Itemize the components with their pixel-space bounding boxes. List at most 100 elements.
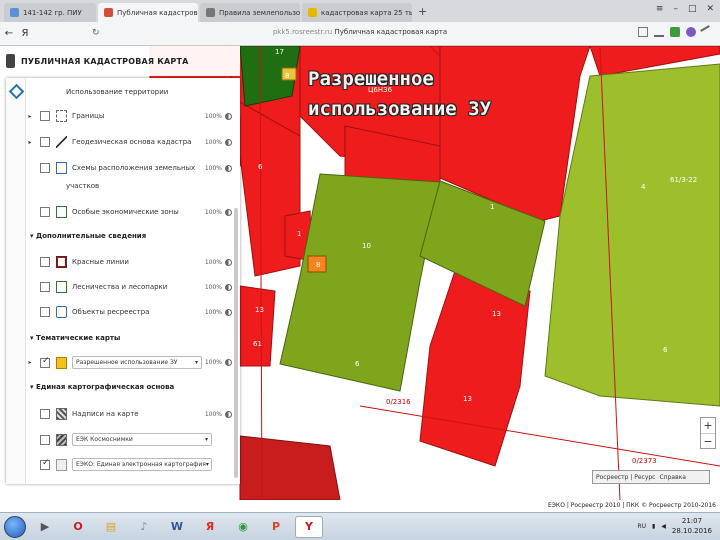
section-header[interactable]: ▾ Единая картографическая основа xyxy=(30,383,174,391)
select-value: Разрешенное использование ЗУ xyxy=(76,359,178,366)
taskbar-app-opera[interactable]: O xyxy=(64,516,92,538)
clock[interactable]: 21:07 28.10.2016 xyxy=(672,516,712,536)
layer-row[interactable]: ЕЭКО: Единая электронная картография ▾ xyxy=(26,458,232,471)
taskbar-app-audio[interactable]: ♪ xyxy=(130,516,158,538)
map-label: 6 xyxy=(355,360,360,368)
extension-icon[interactable] xyxy=(686,27,696,37)
taskbar-app-yandex[interactable]: Я xyxy=(196,516,224,538)
section-header[interactable]: ▾ Дополнительные сведения xyxy=(30,232,146,240)
expand-icon[interactable]: ▸ xyxy=(26,113,34,120)
opacity-knob[interactable] xyxy=(225,283,232,291)
opacity-value: 100% xyxy=(204,410,222,418)
opacity-knob[interactable] xyxy=(225,138,232,146)
layer-checkbox[interactable] xyxy=(40,111,50,121)
basemap-select[interactable]: ЕЭКО: Единая электронная картография ▾ xyxy=(72,458,212,471)
layer-checkbox[interactable] xyxy=(40,163,50,173)
new-tab-button[interactable]: + xyxy=(418,5,427,18)
expand-icon[interactable]: ▸ xyxy=(26,139,34,146)
layers-icon[interactable] xyxy=(8,83,25,100)
layer-checkbox[interactable] xyxy=(40,282,50,292)
layer-checkbox[interactable] xyxy=(40,307,50,317)
chevron-down-icon: ▾ xyxy=(194,359,198,366)
window-controls: ≡ – □ ✕ xyxy=(656,4,714,14)
layer-row[interactable]: Объекты ресреестра 100% xyxy=(26,306,232,318)
layer-label: Объекты ресреестра xyxy=(72,308,150,316)
tab-4[interactable]: кадастровая карта 25 тыс xyxy=(302,3,412,22)
taskbar-app-powerpoint[interactable]: P xyxy=(262,516,290,538)
chevron-down-icon: ▾ xyxy=(204,436,208,443)
layer-row[interactable]: Схемы расположения земельных 100% xyxy=(26,162,232,174)
address-bar: ← Я ↻ pkk5.rosreestr.ru Публичная кадаст… xyxy=(0,22,720,46)
layer-row[interactable]: ▸ Границы 100% xyxy=(26,110,232,122)
section-header[interactable]: ▾ Тематические карты xyxy=(30,334,120,342)
layer-row[interactable]: ▸ Разрешенное использование ЗУ ▾ 100% xyxy=(26,356,232,369)
network-icon[interactable]: ▮ xyxy=(652,523,655,530)
layer-row[interactable]: Лесничества и лесопарки 100% xyxy=(26,281,232,293)
thematic-map-select[interactable]: Разрешенное использование ЗУ ▾ xyxy=(72,356,202,369)
taskbar-app-media[interactable]: ▶ xyxy=(31,516,59,538)
layer-row[interactable]: ЕЭК Космоснимки ▾ xyxy=(26,433,232,446)
layer-label: Особые экономические зоны xyxy=(72,208,179,216)
map-label: 13 xyxy=(492,310,501,318)
menu-icon[interactable]: ≡ xyxy=(656,4,664,14)
layer-checkbox[interactable] xyxy=(40,356,50,368)
panel-scrollbar[interactable] xyxy=(234,208,238,478)
satellite-select[interactable]: ЕЭК Космоснимки ▾ xyxy=(72,433,212,446)
tab-3[interactable]: Правила землепользован xyxy=(200,3,300,22)
download-icon[interactable] xyxy=(654,27,664,37)
share-icon[interactable] xyxy=(700,25,714,39)
parcel xyxy=(279,173,441,392)
forest-layer-icon xyxy=(56,281,67,293)
url-field[interactable]: pkk5.rosreestr.ru Публичная кадастровая … xyxy=(0,28,720,36)
zoom-out-button[interactable]: − xyxy=(701,433,715,448)
layer-checkbox[interactable] xyxy=(40,207,50,217)
taskbar-app-explorer[interactable]: ▤ xyxy=(97,516,125,538)
tab-2[interactable]: Публичная кадастрова ✕ xyxy=(98,3,198,22)
maximize-icon[interactable]: □ xyxy=(688,4,697,14)
layer-checkbox[interactable] xyxy=(40,137,50,147)
opacity-knob[interactable] xyxy=(225,208,232,216)
layer-row[interactable]: Надписи на карте 100% xyxy=(26,408,232,420)
close-window-icon[interactable]: ✕ xyxy=(706,4,714,14)
tab-favicon-icon xyxy=(10,8,19,17)
map-info-bar[interactable]: Росреестр | Ресурс Справка xyxy=(592,470,710,484)
opacity-knob[interactable] xyxy=(225,308,232,316)
layer-checkbox[interactable] xyxy=(40,409,50,419)
map-label: 13 xyxy=(255,306,264,314)
labels-layer-icon xyxy=(56,408,67,420)
help-link[interactable]: Справка xyxy=(659,474,685,481)
opacity-knob[interactable] xyxy=(225,164,232,172)
layer-checkbox[interactable] xyxy=(40,458,50,470)
layer-label: Использование территории xyxy=(66,88,169,96)
language-indicator[interactable]: RU xyxy=(637,523,646,530)
layer-row[interactable]: Красные линии 100% xyxy=(26,256,232,268)
clock-date: 28.10.2016 xyxy=(671,527,712,535)
tab-label: 141-142 гр. ПИУ xyxy=(23,8,82,17)
zoom-in-button[interactable]: + xyxy=(701,418,715,433)
start-button[interactable] xyxy=(4,515,26,538)
taskbar-app-word[interactable]: W xyxy=(163,516,191,538)
layer-row[interactable]: ▸ Геодезическая основа кадастра 100% xyxy=(26,136,232,148)
expand-icon[interactable]: ▸ xyxy=(26,359,34,366)
bookmark-icon[interactable] xyxy=(638,27,648,37)
tab-1[interactable]: 141-142 гр. ПИУ xyxy=(4,3,96,22)
minimize-icon[interactable]: – xyxy=(673,4,678,14)
shield-icon[interactable] xyxy=(670,27,680,37)
opacity-knob[interactable] xyxy=(225,112,232,120)
layer-label-continued: участков xyxy=(66,182,100,190)
opacity-knob[interactable] xyxy=(225,359,232,366)
layer-checkbox[interactable] xyxy=(40,434,50,445)
yandex-browser-icon: Y xyxy=(305,520,313,533)
chevron-down-icon: ▾ xyxy=(205,461,209,468)
opacity-value: 100% xyxy=(204,283,222,291)
opacity-value: 100% xyxy=(204,164,222,172)
volume-icon[interactable]: ◀ xyxy=(661,523,666,530)
taskbar-app-yandex-browser[interactable]: Y xyxy=(295,515,323,538)
layer-checkbox[interactable] xyxy=(40,257,50,267)
taskbar-app-maps[interactable]: ◉ xyxy=(229,516,257,538)
layer-row[interactable]: Особые экономические зоны 100% xyxy=(26,206,232,218)
map-copyright: ЕЭКО | Росреестр 2010 | ПКК © Росреестр … xyxy=(460,500,720,512)
opacity-knob[interactable] xyxy=(225,410,232,418)
layer-label: Надписи на карте xyxy=(72,410,139,418)
opacity-knob[interactable] xyxy=(225,258,232,266)
